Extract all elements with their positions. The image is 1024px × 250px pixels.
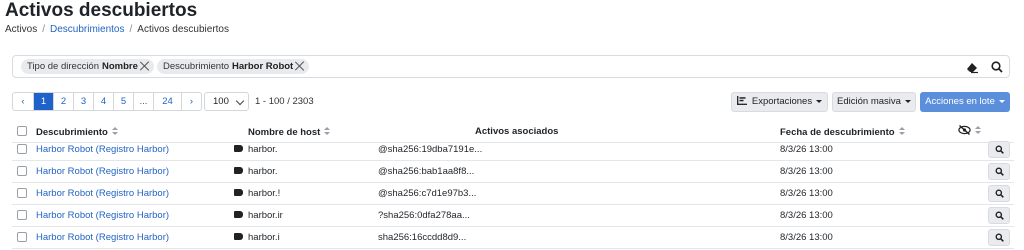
bulk-edit-label: Edición masiva [837,96,901,107]
discovery-date-cell: 8/3/26 13:00 [780,188,833,199]
table-row: Harbor Robot (Registro Harbor) harbor. @sh… [12,161,1014,183]
breadcrumb: Activos / Descubrimientos / Activos descubie… [5,24,229,36]
filter-chip-value: Harbor Robot [232,61,294,72]
pagination-page-3[interactable]: 3 [73,93,93,110]
tag-icon [234,211,243,218]
search-icon [995,145,1004,154]
bulk-edit-button[interactable]: Edición masiva [832,92,916,112]
filter-chip-label: Tipo de dirección [27,61,99,72]
discovery-link[interactable]: Harbor Robot (Registro Harbor) [36,144,169,155]
sort-icon[interactable] [111,127,118,136]
discovery-link[interactable]: Harbor Robot (Registro Harbor) [36,166,169,177]
row-search-button[interactable] [988,207,1010,224]
hostname-cell: harbor. [248,166,278,177]
breadcrumb-separator: / [42,24,46,35]
column-visibility-toggle[interactable] [958,124,981,137]
eraser-icon[interactable] [965,60,979,74]
hostname-cell: harbor.i [248,232,280,243]
page-title: Activos descubiertos [5,0,198,21]
filter-chip-address-type: Tipo de dirección Nombre [21,59,154,74]
hostname-cell: harbor.ir [248,210,283,221]
table-row: Harbor Robot (Registro Harbor) harbor. @sh… [12,139,1014,161]
column-header-hostname[interactable]: Nombre de host [248,126,331,138]
discovery-date-cell: 8/3/26 13:00 [780,144,833,155]
result-range: 1 - 100 / 2303 [255,96,314,107]
tag-icon [234,145,243,152]
row-search-button[interactable] [988,185,1010,202]
row-search-button[interactable] [988,229,1010,246]
discovery-link[interactable]: Harbor Robot (Registro Harbor) [36,232,169,243]
sort-icon[interactable] [898,127,905,136]
filter-chip-value: Nombre [102,61,138,72]
table-row: Harbor Robot (Registro Harbor) harbor.! @s… [12,183,1014,205]
caret-down-icon [904,99,911,103]
batch-actions-button[interactable]: Acciones en lote [920,92,1010,112]
eye-slash-icon [958,124,971,136]
pagination-page-1[interactable]: 1 [33,93,53,110]
row-checkbox[interactable] [17,166,27,176]
breadcrumb-current: Activos descubiertos [137,24,229,35]
column-header-discovery-date[interactable]: Fecha de descubrimiento [780,126,905,138]
sort-icon[interactable] [324,127,331,136]
table-row: Harbor Robot (Registro Harbor) harbor.i sh… [12,227,1014,249]
search-icon [995,233,1004,242]
associated-asset-cell: @sha256:19dba7191e... [378,144,483,155]
close-icon[interactable] [295,61,305,71]
row-checkbox[interactable] [17,144,27,154]
hostname-cell: harbor.! [248,188,281,199]
pagination-page-24[interactable]: 24 [153,93,181,110]
row-search-button[interactable] [988,163,1010,180]
pagination-page-5[interactable]: 5 [113,93,133,110]
associated-asset-cell: sha256:16ccdd8d9... [378,232,467,243]
search-icon [995,211,1004,220]
filter-chip-discovery: Descubrimiento Harbor Robot [157,59,310,74]
discovery-date-cell: 8/3/26 13:00 [780,166,833,177]
per-page-select[interactable]: 100 [204,92,249,111]
caret-down-icon [816,99,823,103]
tag-icon [234,167,243,174]
caret-down-icon [998,99,1005,103]
row-checkbox[interactable] [17,232,27,242]
filter-bar[interactable]: Tipo de dirección Nombre Descubrimiento Ha… [12,55,1010,78]
column-header-discovery[interactable]: Descubrimiento [36,126,118,138]
breadcrumb-discoveries[interactable]: Descubrimientos [50,24,124,35]
discovery-date-cell: 8/3/26 13:00 [780,232,833,243]
pagination-ellipsis: ... [133,93,153,110]
pagination-prev[interactable]: ‹ [13,93,33,110]
filter-chip-label: Descubrimiento [163,61,229,72]
tag-icon [234,189,243,196]
discovery-date-cell: 8/3/26 13:00 [780,210,833,221]
breadcrumb-separator: / [129,24,133,35]
search-icon [995,167,1004,176]
associated-asset-cell: @sha256:bab1aa8f8... [378,166,475,177]
tag-icon [234,233,243,240]
chevron-down-icon [235,96,245,106]
row-checkbox[interactable] [17,210,27,220]
select-all-checkbox[interactable] [17,126,27,136]
row-checkbox[interactable] [17,188,27,198]
per-page-value: 100 [213,96,229,107]
pagination-next[interactable]: › [181,93,201,110]
sort-icon[interactable] [975,126,981,135]
pagination: ‹ 1 2 3 4 5 ... 24 › [12,92,202,111]
close-icon[interactable] [140,61,150,71]
associated-asset-cell: ?sha256:0dfa278aa... [378,210,470,221]
exports-label: Exportaciones [751,96,813,107]
discovery-link[interactable]: Harbor Robot (Registro Harbor) [36,188,169,199]
search-icon [995,189,1004,198]
discovery-link[interactable]: Harbor Robot (Registro Harbor) [36,210,169,221]
column-header-associated-assets: Activos asociados [475,126,559,137]
search-icon[interactable] [990,60,1004,74]
associated-asset-cell: @sha256:c7d1e97b3... [378,188,477,199]
batch-actions-label: Acciones en lote [925,96,995,107]
exports-button[interactable]: Exportaciones [731,92,828,112]
pagination-page-2[interactable]: 2 [53,93,73,110]
breadcrumb-assets[interactable]: Activos [5,24,37,35]
table-row: Harbor Robot (Registro Harbor) harbor.ir?… [12,205,1014,227]
row-search-button[interactable] [988,141,1010,158]
hostname-cell: harbor. [248,144,278,155]
pagination-page-4[interactable]: 4 [93,93,113,110]
bar-chart-icon [736,96,747,105]
